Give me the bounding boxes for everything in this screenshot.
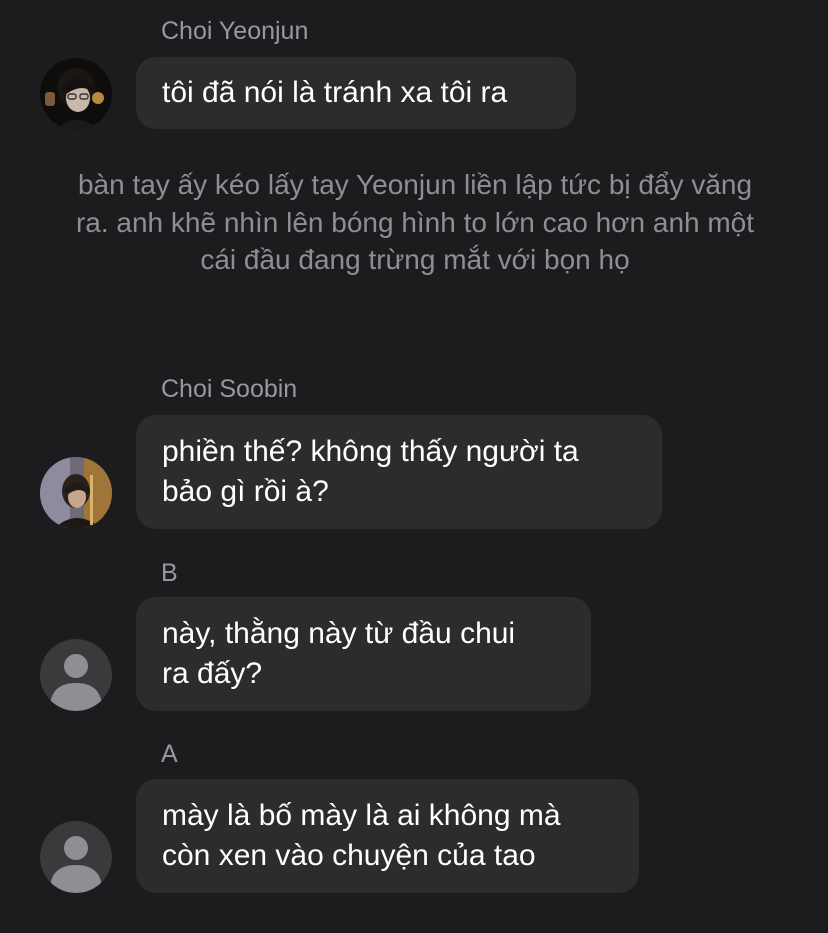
message-bubble[interactable]: tôi đã nói là tránh xa tôi ra [136,57,576,129]
photo-avatar-yeonjun-icon [40,58,112,130]
default-person-icon [40,821,112,893]
narration-text: bàn tay ấy kéo lấy tay Yeonjun liền lập … [75,169,755,275]
message-bubble[interactable]: phiền thế? không thấy người ta bảo gì rồ… [136,415,662,529]
sender-name: Choi Yeonjun [161,17,309,45]
avatar[interactable] [40,58,112,130]
sender-name: B [161,559,178,587]
avatar[interactable] [40,457,112,529]
message-bubble[interactable]: này, thằng này từ đầu chui ra đấy? [136,597,591,711]
message-bubble[interactable]: mày là bố mày là ai không mà còn xen vào… [136,779,639,893]
avatar[interactable] [40,821,112,893]
sender-name: Choi Soobin [161,375,298,403]
default-person-icon [40,639,112,711]
photo-avatar-soobin-icon [40,457,112,529]
avatar[interactable] [40,639,112,711]
sender-name: A [161,740,178,768]
